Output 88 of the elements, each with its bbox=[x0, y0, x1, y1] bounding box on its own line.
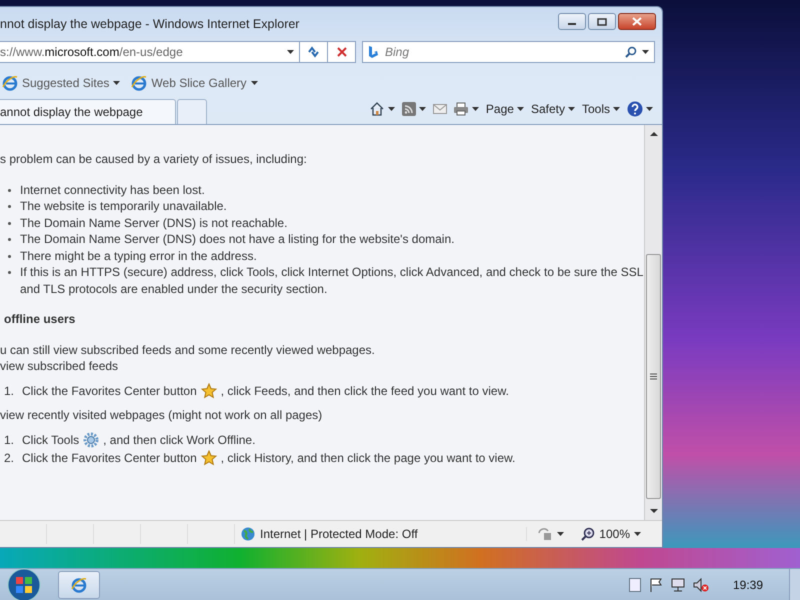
bullet-icon bbox=[8, 254, 11, 258]
browser-tab[interactable]: annot display the webpage bbox=[0, 99, 176, 124]
close-icon bbox=[632, 17, 642, 26]
refresh-icon bbox=[306, 46, 320, 58]
scroll-up-icon bbox=[650, 131, 658, 136]
grip-icon bbox=[650, 373, 657, 380]
star-icon bbox=[200, 450, 217, 466]
minimize-button[interactable] bbox=[558, 13, 586, 30]
body-text: u can still view subscribed feeds and some recently viewed webpages. bbox=[0, 342, 376, 358]
home-icon bbox=[368, 101, 385, 117]
scroll-down-icon bbox=[650, 509, 658, 514]
bullet-icon bbox=[8, 205, 11, 208]
search-icon bbox=[625, 46, 637, 58]
subheading: view subscribed feeds bbox=[0, 358, 120, 374]
stop-icon bbox=[336, 47, 346, 57]
step-number: 2. bbox=[4, 450, 16, 466]
bullet-icon bbox=[8, 238, 11, 241]
restore-icon bbox=[597, 18, 607, 26]
scrollbar[interactable] bbox=[644, 125, 662, 520]
star-icon bbox=[200, 382, 217, 399]
caret-icon bbox=[516, 106, 525, 112]
clock-text: 19:39 bbox=[732, 578, 763, 592]
refresh-button[interactable] bbox=[300, 41, 328, 63]
caret-icon bbox=[388, 106, 396, 112]
step-text: , and then click Work Offline. bbox=[103, 432, 256, 448]
menu-button[interactable]: Safety bbox=[530, 102, 576, 116]
caret-icon bbox=[250, 80, 259, 86]
caret-icon bbox=[568, 106, 576, 112]
flag-icon[interactable] bbox=[648, 578, 663, 592]
stop-button[interactable] bbox=[328, 41, 356, 63]
zoom-button[interactable]: 100% bbox=[575, 527, 662, 541]
list-item-text: The Domain Name Server (DNS) is not reachable. bbox=[20, 214, 288, 231]
caret-icon bbox=[287, 49, 295, 55]
step-number: 1. bbox=[4, 382, 16, 399]
caret-icon bbox=[613, 106, 621, 112]
muted-speaker-icon[interactable] bbox=[692, 578, 709, 592]
print-button[interactable] bbox=[452, 102, 480, 116]
bullet-icon bbox=[8, 271, 11, 274]
caret-icon bbox=[418, 106, 427, 112]
caret-icon bbox=[113, 80, 122, 86]
menu-button[interactable]: Page bbox=[486, 102, 525, 116]
ie-icon bbox=[2, 75, 18, 91]
list-item-text: The website is temporarily unavailable. bbox=[20, 198, 227, 214]
favorites-link[interactable]: Web Slice Gallery bbox=[131, 75, 259, 91]
globe-icon bbox=[241, 527, 255, 541]
bullet-icon bbox=[8, 222, 11, 224]
step-text: Click the Favorites Center button bbox=[22, 450, 197, 466]
step-text: Click the Favorites Center button bbox=[22, 382, 197, 399]
help-icon bbox=[627, 101, 643, 117]
close-button[interactable] bbox=[618, 13, 656, 30]
address-field[interactable]: s://www.microsoft.com/en-us/edge bbox=[0, 41, 300, 63]
ie-icon bbox=[71, 577, 87, 593]
feeds-button[interactable] bbox=[402, 102, 427, 116]
caret-icon bbox=[634, 531, 642, 537]
favorites-link[interactable]: Suggested Sites bbox=[2, 75, 122, 91]
gear-icon bbox=[83, 432, 100, 448]
step-text: , click Feeds, and then click the feed you want to view. bbox=[220, 382, 509, 399]
list-item-text: There might be a typing error in the address. bbox=[20, 248, 257, 264]
step-text: Click Tools bbox=[22, 432, 80, 448]
menu-button[interactable]: Tools bbox=[582, 102, 621, 116]
list-item-text: If this is an HTTPS (secure) address, click Tools, click Internet Options, click Advanced, and check to be sure the SSL and TLS protocols are enabled under the security section. bbox=[20, 264, 644, 297]
caret-icon bbox=[557, 531, 566, 537]
taskbar-browser-button[interactable] bbox=[58, 571, 100, 599]
security-zone-text: Internet | Protected Mode: Off bbox=[260, 527, 418, 541]
search-field[interactable]: Bing bbox=[362, 41, 655, 63]
document-icon[interactable] bbox=[628, 578, 641, 592]
ie-icon bbox=[131, 75, 148, 91]
body-text: s problem can be caused by a variety of issues, including: bbox=[0, 151, 308, 168]
feed-icon bbox=[402, 102, 416, 116]
start-button[interactable] bbox=[6, 567, 42, 600]
subheading: view recently visited webpages (might not work on all pages) bbox=[0, 407, 324, 424]
window-title: nnot display the webpage - Windows Internet Explorer bbox=[0, 16, 300, 30]
list-item-text: The Domain Name Server (DNS) does not have a listing for the website's domain. bbox=[20, 231, 454, 248]
help-button[interactable] bbox=[627, 101, 654, 117]
lock-icon bbox=[537, 527, 554, 541]
caret-icon bbox=[642, 49, 650, 55]
scroll-thumb[interactable] bbox=[646, 254, 661, 499]
maximize-button[interactable] bbox=[588, 13, 616, 30]
section-heading: offline users bbox=[3, 311, 76, 328]
zoom-icon bbox=[581, 527, 596, 541]
step-number: 1. bbox=[4, 432, 16, 448]
printer-icon bbox=[452, 102, 469, 116]
home-button[interactable] bbox=[368, 101, 396, 117]
caret-icon bbox=[472, 106, 480, 112]
bullet-icon bbox=[8, 188, 11, 192]
caret-icon bbox=[646, 106, 654, 112]
list-item-text: Internet connectivity has been lost. bbox=[20, 182, 205, 198]
step-text: , click History, and then click the page you want to view. bbox=[220, 450, 516, 466]
